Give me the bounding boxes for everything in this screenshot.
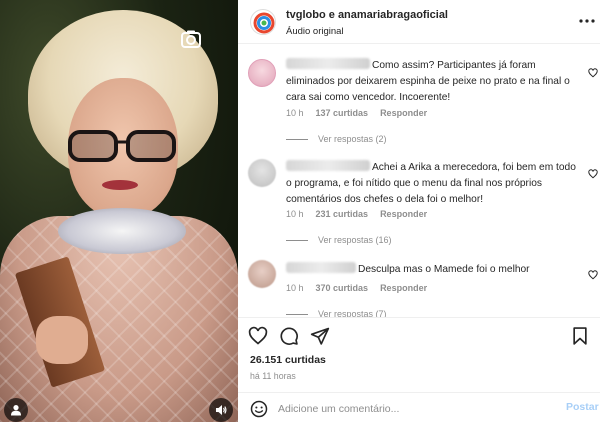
comment-username[interactable] (286, 58, 370, 69)
comment-meta: 10 h 137 curtidas Responder (286, 108, 439, 118)
view-replies-button[interactable]: Ver respostas (2) (286, 134, 387, 144)
heart-icon[interactable] (588, 169, 598, 179)
replies-divider (286, 313, 308, 315)
post-actions (238, 317, 600, 353)
avatar[interactable] (248, 260, 276, 288)
post-button[interactable]: Postar (566, 401, 599, 413)
media-hand (36, 316, 88, 364)
avatar[interactable] (248, 59, 276, 87)
comment-meta: 10 h 370 curtidas Responder (286, 283, 439, 293)
comment-time: 10 h (286, 283, 304, 293)
media-collar (58, 208, 186, 254)
post-authors[interactable]: tvglobo e anamariabragaoficial (286, 9, 448, 21)
replies-divider (286, 138, 308, 140)
audio-label[interactable]: Áudio original (286, 26, 344, 37)
comment-likes[interactable]: 370 curtidas (316, 283, 369, 293)
replies-divider (286, 239, 308, 241)
heart-icon[interactable] (588, 68, 598, 78)
speaker-icon[interactable] (209, 398, 233, 422)
post-time[interactable]: há 11 horas (250, 371, 296, 381)
comment-meta: 10 h 231 curtidas Responder (286, 209, 439, 219)
comment-time: 10 h (286, 108, 304, 118)
comment-icon[interactable] (279, 326, 299, 346)
comment-input[interactable] (278, 399, 548, 419)
comments-list[interactable]: Como assim? Participantes já foram elimi… (238, 45, 600, 317)
media-lips (102, 180, 138, 190)
post-panel: tvglobo e anamariabragaoficial Áudio ori… (238, 0, 600, 422)
reply-button[interactable]: Responder (380, 283, 427, 293)
avatar[interactable] (248, 159, 276, 187)
view-replies-label: Ver respostas (7) (318, 309, 387, 317)
view-replies-button[interactable]: Ver respostas (16) (286, 235, 392, 245)
comment-username[interactable] (286, 262, 356, 273)
camera-icon[interactable] (180, 28, 202, 50)
user-tag-icon[interactable] (4, 398, 28, 422)
post-media[interactable] (0, 0, 238, 422)
more-options-icon[interactable] (578, 12, 596, 30)
view-replies-label: Ver respostas (16) (318, 235, 392, 245)
reply-button[interactable]: Responder (380, 209, 427, 219)
comment-body: Desculpa mas o Mamede foi o melhor (286, 262, 578, 278)
bookmark-icon[interactable] (570, 326, 590, 346)
media-glasses (68, 130, 176, 162)
share-icon[interactable] (310, 326, 330, 346)
heart-icon[interactable] (588, 270, 598, 280)
likes-count[interactable]: 26.151 curtidas (250, 354, 326, 366)
emoji-icon[interactable] (250, 400, 268, 418)
comment-body: Como assim? Participantes já foram elimi… (286, 58, 578, 106)
comment-composer: Postar (238, 392, 600, 422)
author-avatar[interactable] (250, 9, 276, 35)
comment-text: Desculpa mas o Mamede foi o melhor (358, 264, 530, 275)
reply-button[interactable]: Responder (380, 108, 427, 118)
post-header: tvglobo e anamariabragaoficial Áudio ori… (238, 0, 600, 44)
view-replies-button[interactable]: Ver respostas (7) (286, 309, 387, 317)
comment-likes[interactable]: 137 curtidas (316, 108, 369, 118)
comment-username[interactable] (286, 160, 370, 171)
comment-likes[interactable]: 231 curtidas (316, 209, 369, 219)
comment-time: 10 h (286, 209, 304, 219)
heart-icon[interactable] (248, 326, 268, 346)
comment-body: Achei a Arika a merecedora, foi bem em t… (286, 160, 578, 208)
view-replies-label: Ver respostas (2) (318, 134, 387, 144)
